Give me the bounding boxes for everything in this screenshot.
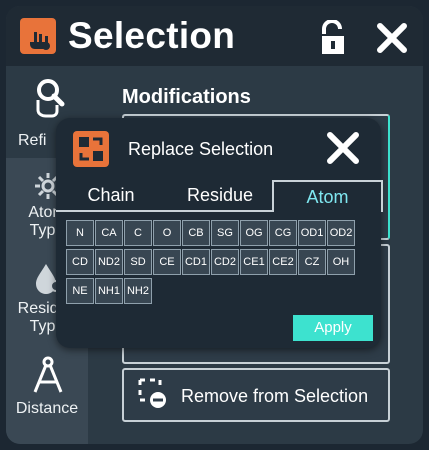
modifications-heading: Modifications	[122, 86, 251, 108]
replace-selection-dialog: Replace Selection Chain Residue Atom N C…	[56, 118, 383, 348]
unlock-icon[interactable]	[318, 19, 348, 56]
atom-button-CZ[interactable]: CZ	[298, 249, 326, 275]
remove-selection-icon	[138, 378, 166, 408]
magnifier-hand-icon	[36, 79, 65, 118]
sidebar-item-label: Distance	[15, 400, 79, 417]
atom-button-CG[interactable]: CG	[269, 220, 297, 246]
atom-button-SG[interactable]: SG	[211, 220, 239, 246]
atom-button-SD[interactable]: SD	[124, 249, 152, 275]
atom-button-CD2[interactable]: CD2	[211, 249, 239, 275]
atom-button-CE2[interactable]: CE2	[269, 249, 297, 275]
apply-button[interactable]: Apply	[293, 315, 373, 341]
atom-button-CD[interactable]: CD	[66, 249, 94, 275]
atom-button-CE[interactable]: CE	[153, 249, 181, 275]
tab-chain[interactable]: Chain	[56, 180, 166, 210]
tab-residue[interactable]: Residue	[166, 180, 274, 210]
atom-button-C[interactable]: C	[124, 220, 152, 246]
tab-divider	[56, 210, 272, 212]
atom-button-OD1[interactable]: OD1	[298, 220, 326, 246]
replace-selection-icon	[73, 131, 109, 167]
atom-button-N[interactable]: N	[66, 220, 94, 246]
atom-button-CA[interactable]: CA	[95, 220, 123, 246]
dialog-title: Replace Selection	[128, 139, 274, 159]
tab-atom[interactable]: Atom	[272, 180, 383, 212]
sidebar-item-distance[interactable]: Distance	[6, 350, 88, 430]
atom-button-NE[interactable]: NE	[66, 278, 94, 304]
atom-button-CD1[interactable]: CD1	[182, 249, 210, 275]
atom-button-CB[interactable]: CB	[182, 220, 210, 246]
selection-panel: Selection Refi Atom Type Residue Type Di…	[6, 6, 423, 444]
panel-header: Selection	[6, 6, 423, 66]
dialog-close-icon[interactable]	[326, 131, 360, 165]
remove-from-selection-label: Remove from Selection	[181, 386, 369, 406]
atom-button-CE1[interactable]: CE1	[240, 249, 268, 275]
compass-icon	[33, 356, 63, 393]
selection-app-icon	[20, 18, 56, 54]
atom-button-O[interactable]: O	[153, 220, 181, 246]
page-title: Selection	[68, 15, 236, 56]
atom-button-OD2[interactable]: OD2	[327, 220, 355, 246]
close-icon[interactable]	[376, 22, 408, 54]
atom-button-NH2[interactable]: NH2	[124, 278, 152, 304]
atom-button-ND2[interactable]: ND2	[95, 249, 123, 275]
atom-button-OH[interactable]: OH	[327, 249, 355, 275]
atom-button-NH1[interactable]: NH1	[95, 278, 123, 304]
atom-button-OG[interactable]: OG	[240, 220, 268, 246]
